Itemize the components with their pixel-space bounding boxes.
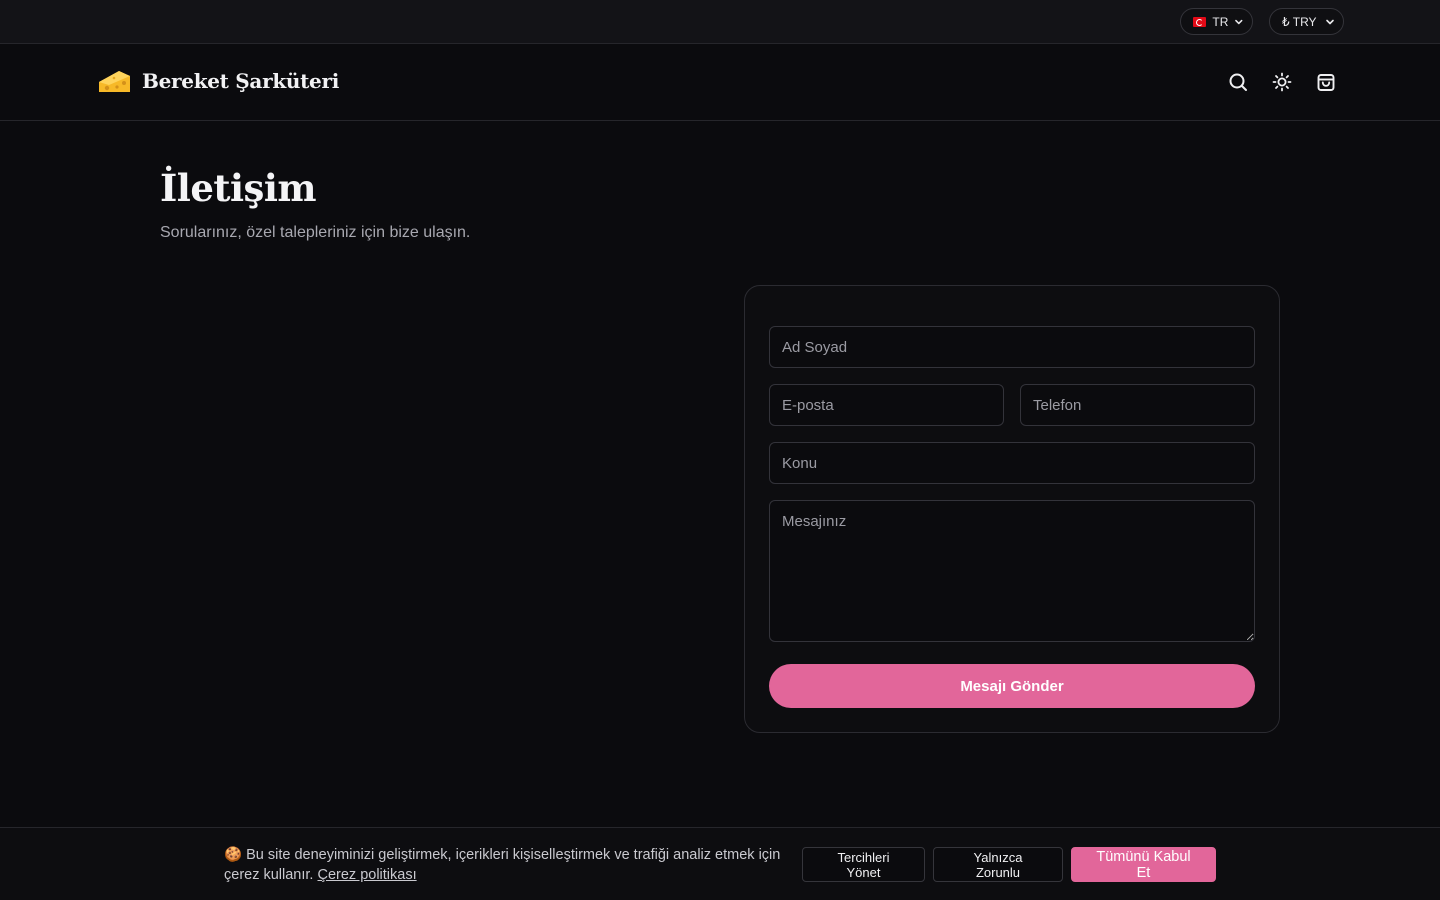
phone-input[interactable] <box>1020 384 1255 426</box>
brand-name: Bereket Şarküteri <box>142 69 340 93</box>
sun-icon <box>1272 72 1292 92</box>
search-icon <box>1229 73 1247 91</box>
chevron-down-icon <box>1235 19 1243 24</box>
cheese-icon <box>99 71 130 92</box>
currency-select[interactable]: ₺ TRY <box>1269 8 1344 35</box>
cookie-text: 🍪 Bu site deneyiminizi geliştirmek, içer… <box>224 847 781 883</box>
message-textarea[interactable] <box>769 500 1255 642</box>
shopping-bag-icon <box>1317 74 1335 91</box>
cookie-banner: 🍪 Bu site deneyiminizi geliştirmek, içer… <box>0 827 1440 900</box>
language-label: TR <box>1212 14 1229 29</box>
theme-toggle-button[interactable] <box>1271 71 1293 93</box>
chevron-down-icon <box>1326 19 1334 24</box>
send-message-button[interactable]: Mesajı Gönder <box>769 664 1255 708</box>
manage-preferences-button[interactable]: Tercihleri Yönet <box>802 847 925 882</box>
language-select[interactable]: TR <box>1180 8 1253 35</box>
contact-form: Mesajı Gönder <box>744 285 1280 733</box>
site-header: Bereket Şarküteri <box>0 44 1440 121</box>
name-input[interactable] <box>769 326 1255 368</box>
search-button[interactable] <box>1227 71 1249 93</box>
top-utility-bar: TR ₺ TRY <box>0 0 1440 44</box>
turkey-flag-icon <box>1193 16 1207 27</box>
home-logo-link[interactable]: Bereket Şarküteri <box>97 66 339 96</box>
cookie-policy-link[interactable]: Çerez politikası <box>318 867 417 883</box>
page-subtitle: Sorularınız, özel talepleriniz için bize… <box>160 224 471 241</box>
necessary-only-button[interactable]: Yalnızca Zorunlu <box>933 847 1063 882</box>
accept-all-button[interactable]: Tümünü Kabul Et <box>1071 847 1216 882</box>
page-title: İletişim <box>160 166 317 210</box>
email-input[interactable] <box>769 384 1004 426</box>
cart-button[interactable] <box>1315 71 1337 93</box>
currency-label: ₺ TRY <box>1282 14 1317 29</box>
subject-input[interactable] <box>769 442 1255 484</box>
cookie-message: 🍪 Bu site deneyiminizi geliştirmek, içer… <box>224 845 784 885</box>
